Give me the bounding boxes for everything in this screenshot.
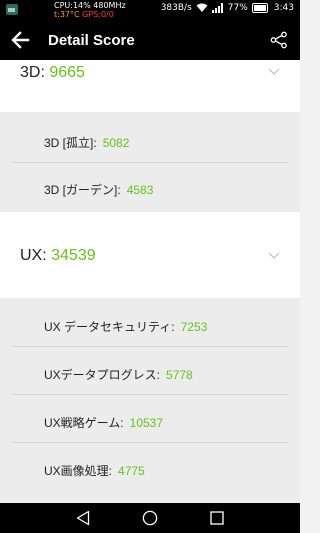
list-item: UXデータプログレス: 5778: [44, 368, 193, 382]
section-score-ux: 34539: [51, 247, 96, 264]
clock: 3:43: [273, 3, 294, 13]
cpu-readout: CPU:14% 480MHz: [54, 1, 126, 10]
section-score-3d: 9665: [49, 64, 85, 81]
divider: [12, 394, 288, 395]
divider: [12, 162, 288, 163]
back-arrow-icon[interactable]: [10, 30, 30, 50]
divider: [12, 442, 288, 443]
app-bar: Detail Score: [0, 20, 300, 60]
section-label-3d: 3D:: [20, 64, 45, 81]
list-item: UX画像処理: 4775: [44, 464, 145, 478]
signal-icon: [211, 3, 224, 13]
section-header-ux[interactable]: UX: 34539: [0, 212, 300, 298]
nav-back-icon[interactable]: [76, 510, 90, 526]
detail-score-list: 3D: 9665 3D [孤立]: 5082 3D [ガーデン]: 4583 UX:…: [0, 60, 300, 503]
sub-list-ux: UX データセキュリティ: 7253 UXデータプログレス: 5778 UX戦略ゲー…: [0, 298, 300, 503]
nav-recents-icon[interactable]: [210, 511, 224, 525]
share-icon[interactable]: [270, 31, 288, 49]
chevron-down-icon[interactable]: [268, 252, 280, 260]
navigation-bar: [0, 503, 300, 533]
app-notification-icon: [6, 4, 18, 15]
nav-home-icon[interactable]: [142, 510, 158, 526]
list-item: 3D [ガーデン]: 4583: [44, 183, 154, 197]
status-right: 383B/s 77% 3:43: [161, 3, 294, 13]
chevron-down-icon[interactable]: [268, 68, 280, 76]
system-monitor: CPU:14% 480MHz t:37°C GPS:0/0: [54, 1, 126, 19]
sub-list-3d: 3D [孤立]: 5082 3D [ガーデン]: 4583: [0, 112, 300, 212]
page-title: Detail Score: [48, 32, 135, 49]
section-header-3d[interactable]: 3D: 9665: [0, 60, 300, 112]
list-item: UX データセキュリティ: 7253: [44, 320, 208, 334]
gps-readout: GPS:0/0: [82, 10, 114, 19]
temperature-readout: t:37°C: [54, 10, 80, 19]
network-speed: 383B/s: [160, 3, 192, 13]
divider: [12, 346, 288, 347]
list-item: 3D [孤立]: 5082: [44, 136, 130, 150]
battery-icon: [251, 3, 268, 13]
battery-percent: 77%: [227, 3, 248, 13]
list-item: UX戦略ゲーム: 10537: [44, 416, 164, 430]
status-bar: CPU:14% 480MHz t:37°C GPS:0/0 383B/s 77%…: [0, 0, 300, 20]
section-label-ux: UX:: [20, 247, 47, 264]
wifi-icon: [196, 3, 208, 13]
